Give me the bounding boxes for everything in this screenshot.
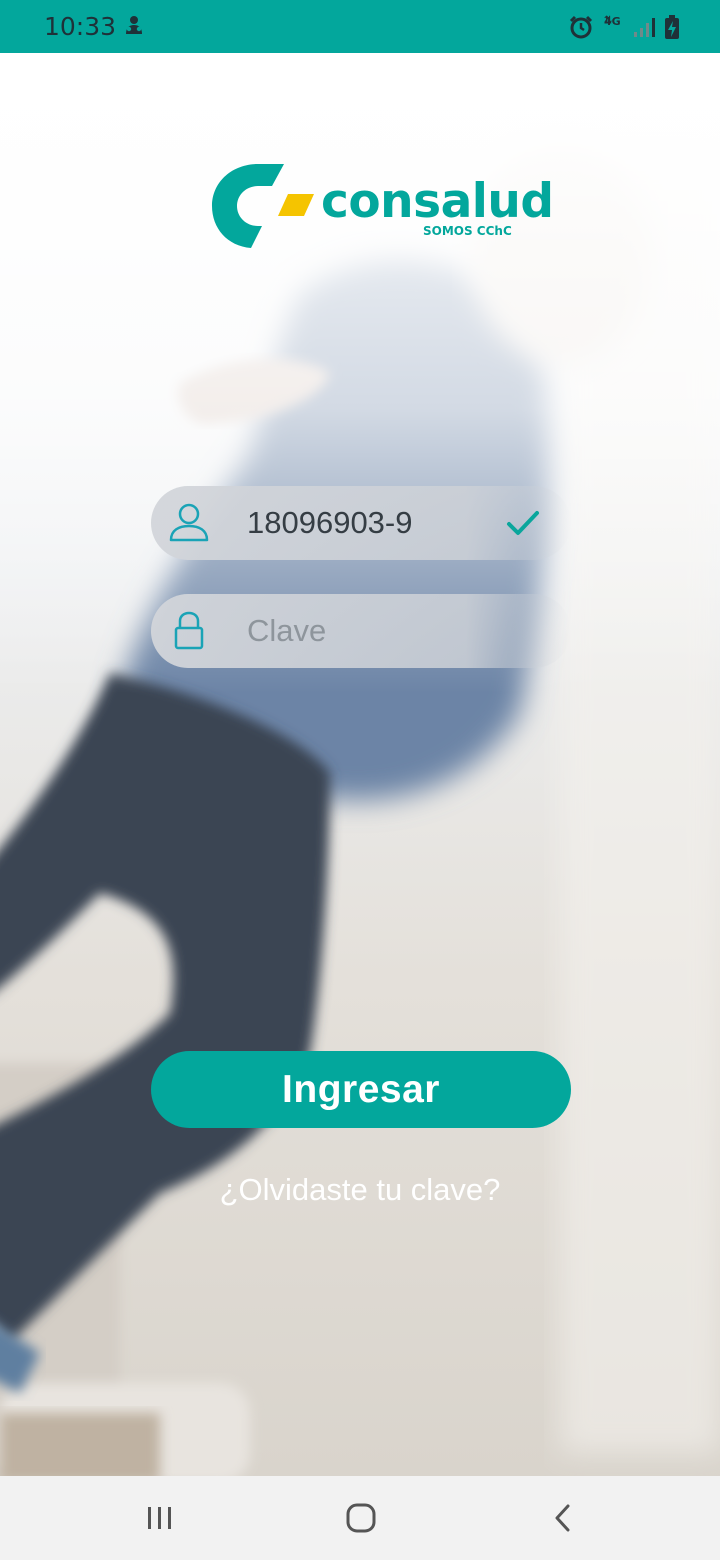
notification-icon	[126, 16, 142, 34]
navigation-bar	[0, 1476, 720, 1560]
alarm-icon	[569, 15, 593, 39]
logo-mark-icon	[212, 164, 314, 248]
home-icon	[346, 1503, 376, 1533]
signal-icon	[634, 18, 655, 37]
user-icon	[169, 503, 209, 542]
status-time: 10:33	[44, 12, 117, 41]
checkmark-icon	[507, 511, 539, 535]
user-id-value[interactable]: 18096903-9	[247, 505, 413, 541]
network-4g-icon: 4G ⇅	[602, 13, 624, 41]
home-button[interactable]	[331, 1498, 391, 1538]
login-button[interactable]: Ingresar	[151, 1051, 571, 1128]
user-id-field[interactable]: 18096903-9	[151, 486, 571, 560]
back-icon	[555, 1504, 570, 1532]
status-bar: 10:33 4G ⇅	[0, 0, 720, 53]
back-button[interactable]	[533, 1498, 593, 1538]
forgot-password-link[interactable]: ¿Olvidaste tu clave?	[0, 1172, 720, 1208]
consalud-logo: consalud SOMOS CChC	[210, 160, 554, 252]
lock-icon	[174, 611, 204, 650]
logo-tagline: SOMOS CChC	[423, 224, 512, 238]
status-icons: 4G ⇅	[568, 12, 680, 42]
background-photo	[0, 53, 720, 1476]
recent-apps-icon	[148, 1507, 171, 1529]
password-field[interactable]: Clave	[151, 594, 571, 668]
logo-wordmark: consalud	[321, 174, 554, 229]
data-arrows-icon: ⇅	[604, 15, 613, 26]
password-placeholder[interactable]: Clave	[247, 613, 326, 649]
battery-charging-icon	[665, 15, 679, 39]
recent-apps-button[interactable]	[130, 1498, 190, 1538]
